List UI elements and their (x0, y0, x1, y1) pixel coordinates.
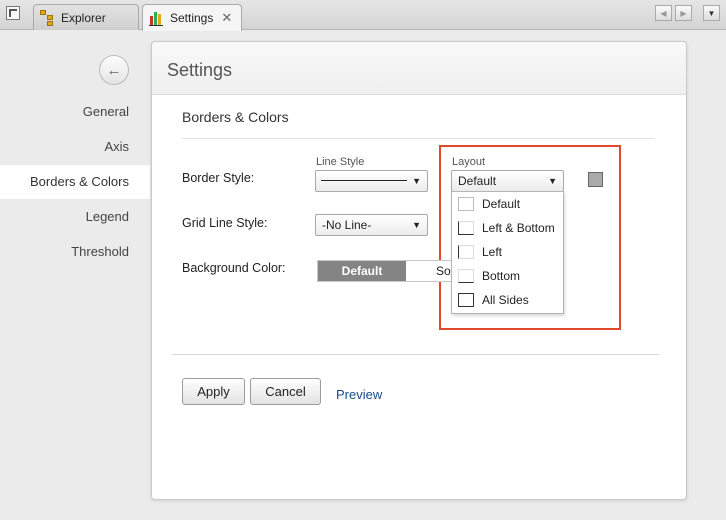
background-color-toggle: Default Solid (317, 260, 453, 282)
option-label: Left & Bottom (482, 221, 555, 235)
border-bottom-icon (458, 269, 474, 283)
layout-select-value: Default (458, 174, 497, 188)
close-icon[interactable]: ✕ (221, 10, 232, 26)
layout-option-bottom[interactable]: Bottom (452, 264, 563, 288)
layout-dropdown-list: Default Left & Bottom Left Bottom All Si… (451, 191, 564, 314)
apply-button[interactable]: Apply (182, 378, 245, 405)
nav-item-general[interactable]: General (0, 95, 150, 129)
page-title: Settings (152, 42, 686, 95)
border-style-label: Border Style: (182, 171, 255, 185)
preview-link[interactable]: Preview (336, 387, 382, 402)
grid-line-style-value: -No Line- (322, 218, 372, 232)
scroll-left-icon[interactable]: ◀ (655, 5, 672, 21)
chevron-down-icon: ▼ (548, 176, 557, 186)
section-divider (182, 138, 654, 139)
option-label: Left (482, 245, 503, 259)
chevron-down-icon: ▼ (412, 176, 421, 186)
layout-option-left[interactable]: Left (452, 240, 563, 264)
background-color-label: Background Color: (182, 261, 286, 275)
tab-settings-label: Settings (170, 11, 214, 25)
grid-line-style-select[interactable]: -No Line- ▼ (315, 214, 428, 236)
settings-nav: ← General Axis Borders & Colors Legend T… (0, 31, 150, 520)
border-all-icon (458, 293, 474, 307)
border-none-icon (458, 197, 474, 211)
border-left-bottom-icon (458, 221, 474, 235)
tab-explorer[interactable]: Explorer (33, 4, 139, 30)
nav-item-axis[interactable]: Axis (0, 130, 150, 164)
section-title: Borders & Colors (182, 109, 289, 125)
nav-item-threshold[interactable]: Threshold (0, 235, 150, 269)
settings-panel: Settings Borders & Colors Border Style: … (151, 41, 687, 500)
line-sample (321, 180, 407, 181)
nav-item-borders-colors[interactable]: Borders & Colors (0, 165, 150, 199)
restore-window-icon[interactable] (6, 6, 20, 20)
border-left-icon (458, 245, 474, 259)
option-label: All Sides (482, 293, 529, 307)
tab-explorer-label: Explorer (61, 10, 106, 25)
layout-option-all-sides[interactable]: All Sides (452, 288, 563, 312)
back-arrow-icon[interactable]: ← (99, 55, 129, 85)
layout-option-left-bottom[interactable]: Left & Bottom (452, 216, 563, 240)
background-default-option[interactable]: Default (318, 261, 406, 281)
layout-option-default[interactable]: Default (452, 192, 563, 216)
layout-label: Layout (452, 156, 486, 168)
background-solid-option[interactable]: Solid (406, 261, 452, 281)
chevron-down-icon: ▼ (412, 220, 421, 230)
line-style-select[interactable]: ▼ (315, 170, 428, 192)
folder-tree-icon (40, 9, 56, 26)
cancel-button[interactable]: Cancel (250, 378, 321, 405)
scroll-right-icon[interactable]: ▶ (675, 5, 692, 21)
tab-menu-icon[interactable]: ▼ (703, 5, 720, 21)
nav-item-legend[interactable]: Legend (0, 200, 150, 234)
tab-settings[interactable]: Settings ✕ (142, 4, 242, 31)
option-label: Default (482, 197, 521, 211)
footer-divider (172, 354, 659, 355)
tab-bar: Explorer Settings ✕ ◀ ▶ ▼ (0, 0, 726, 31)
tab-navigation: ◀ ▶ ▼ (655, 5, 720, 21)
layout-select[interactable]: Default ▼ (451, 170, 564, 192)
line-style-label: Line Style (316, 156, 365, 168)
bar-chart-icon (149, 10, 165, 26)
border-color-swatch[interactable] (588, 172, 603, 187)
option-label: Bottom (482, 269, 521, 283)
grid-line-style-label: Grid Line Style: (182, 216, 268, 230)
